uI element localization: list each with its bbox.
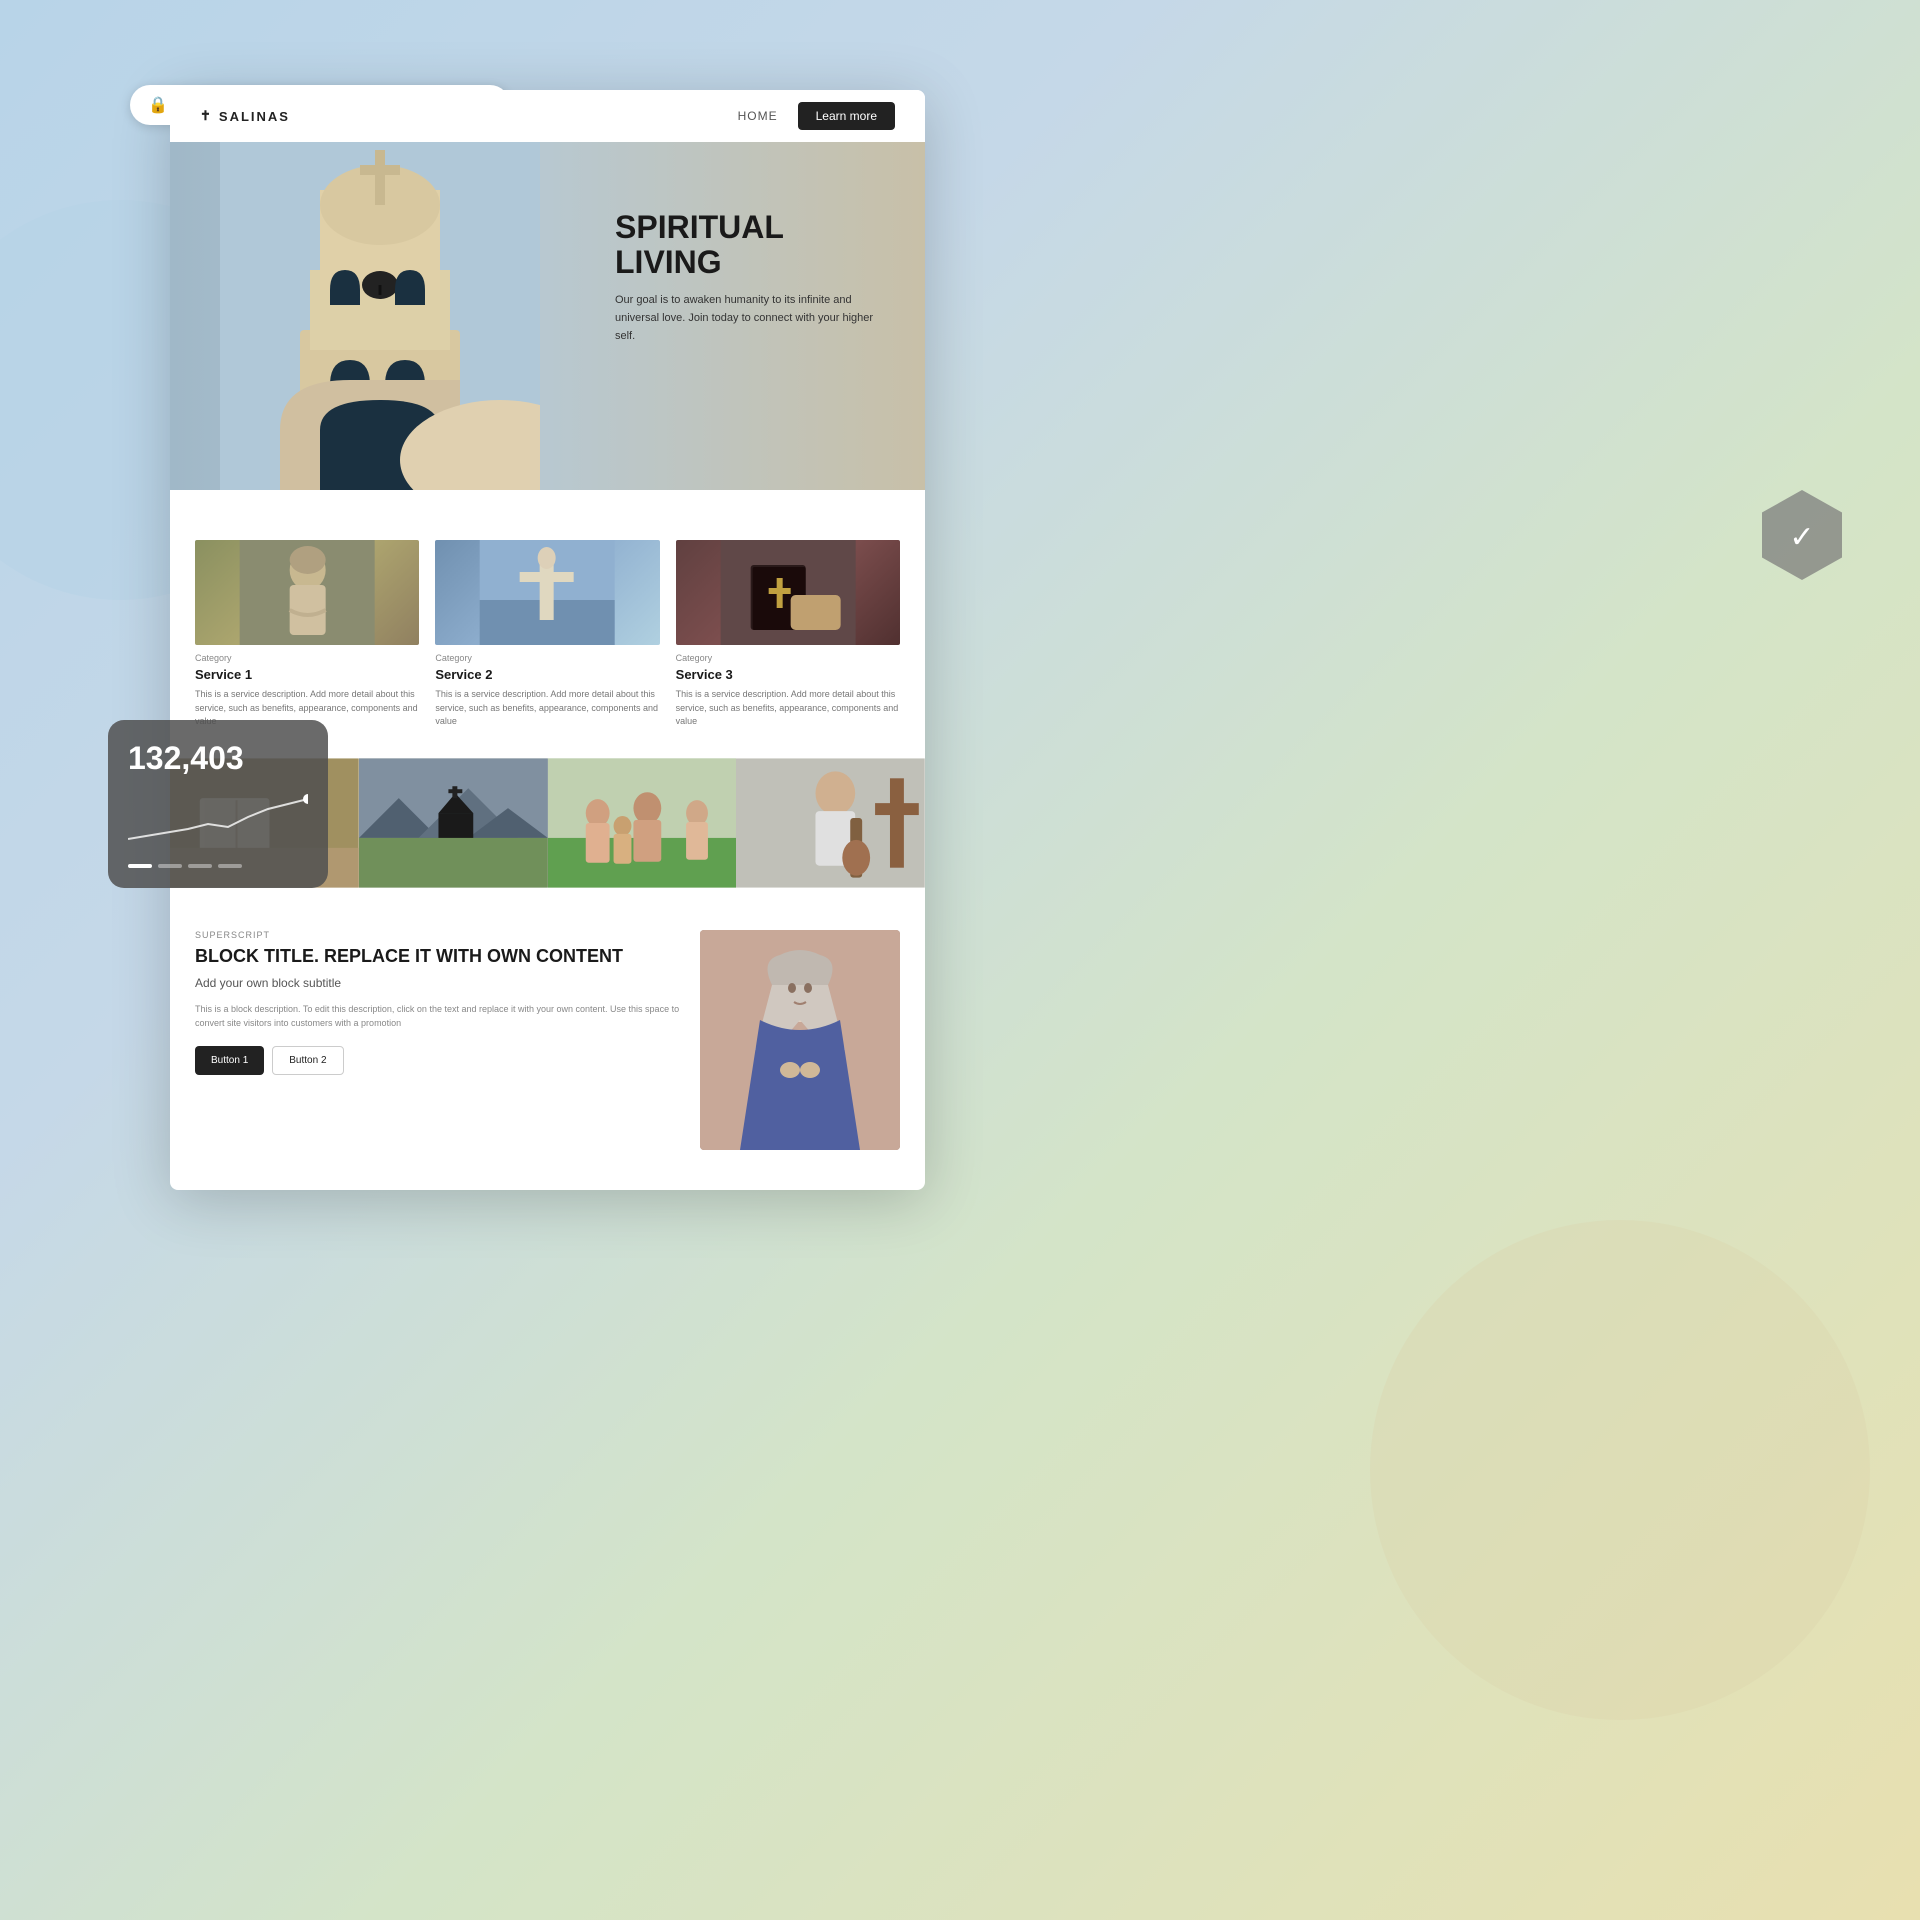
nav-links: HOME Learn more <box>738 102 895 130</box>
service-card-2: Category Service 2 This is a service des… <box>435 540 659 729</box>
superscript-label: SUPERSCRIPT <box>195 930 680 940</box>
bottom-mary-image <box>700 930 900 1150</box>
website-mockup: ✝ SALINAS HOME Learn more <box>170 90 925 1190</box>
nav-cta-button[interactable]: Learn more <box>798 102 895 130</box>
service-image-1 <box>195 540 419 645</box>
service-category-2: Category <box>435 653 659 663</box>
stats-dot-4 <box>218 864 242 868</box>
gallery-image-2 <box>359 758 548 888</box>
security-badge: ✓ <box>1762 490 1842 580</box>
stats-dot-2 <box>158 864 182 868</box>
service-desc-3: This is a service description. Add more … <box>676 688 900 729</box>
hero-title-line2: LIVING <box>615 244 722 280</box>
nav-logo: ✝ SALINAS <box>200 108 290 124</box>
stats-chart <box>128 789 308 849</box>
service-card-3: Category Service 3 This is a service des… <box>676 540 900 729</box>
block-subtitle: Add your own block subtitle <box>195 976 680 990</box>
hero-text-area: SPIRITUAL LIVING Our goal is to awaken h… <box>615 210 895 345</box>
stats-number: 132,403 <box>128 740 308 777</box>
service-image-3 <box>676 540 900 645</box>
stats-widget: 132,403 <box>108 720 328 888</box>
block-description: This is a block description. To edit thi… <box>195 1002 680 1031</box>
block-title: BLOCK TITLE. REPLACE IT WITH OWN CONTENT <box>195 946 680 968</box>
bottom-button-1[interactable]: Button 1 <box>195 1046 264 1075</box>
hero-subtitle: Our goal is to awaken humanity to its in… <box>615 292 895 345</box>
site-nav: ✝ SALINAS HOME Learn more <box>170 90 925 142</box>
nav-home-link[interactable]: HOME <box>738 109 778 123</box>
services-grid: Category Service 1 This is a service des… <box>195 540 900 729</box>
logo-cross-icon: ✝ <box>200 108 213 124</box>
stats-dots <box>128 864 308 868</box>
bottom-buttons: Button 1 Button 2 <box>195 1046 680 1075</box>
gallery-image-4 <box>736 758 925 888</box>
stats-dot-1 <box>128 864 152 868</box>
service-image-2 <box>435 540 659 645</box>
service-name-1: Service 1 <box>195 667 419 682</box>
bottom-section: SUPERSCRIPT BLOCK TITLE. REPLACE IT WITH… <box>170 900 925 1180</box>
hero-title: SPIRITUAL LIVING <box>615 210 895 280</box>
gallery-image-3 <box>548 758 737 888</box>
service-category-1: Category <box>195 653 419 663</box>
service-category-3: Category <box>676 653 900 663</box>
service-card-1: Category Service 1 This is a service des… <box>195 540 419 729</box>
stats-dot-3 <box>188 864 212 868</box>
service-desc-2: This is a service description. Add more … <box>435 688 659 729</box>
bottom-text: SUPERSCRIPT BLOCK TITLE. REPLACE IT WITH… <box>195 930 680 1150</box>
hero-section: SPIRITUAL LIVING Our goal is to awaken h… <box>170 130 925 490</box>
hero-title-line1: SPIRITUAL <box>615 209 784 245</box>
church-tower-svg <box>220 130 540 490</box>
lock-icon: 🔒 <box>148 95 168 115</box>
security-check-icon: ✓ <box>1789 520 1814 555</box>
service-name-2: Service 2 <box>435 667 659 682</box>
service-name-3: Service 3 <box>676 667 900 682</box>
logo-text: SALINAS <box>219 109 290 124</box>
hero-church-image <box>220 130 540 490</box>
bottom-button-2[interactable]: Button 2 <box>272 1046 343 1075</box>
bg-shape-right <box>1370 1220 1870 1720</box>
